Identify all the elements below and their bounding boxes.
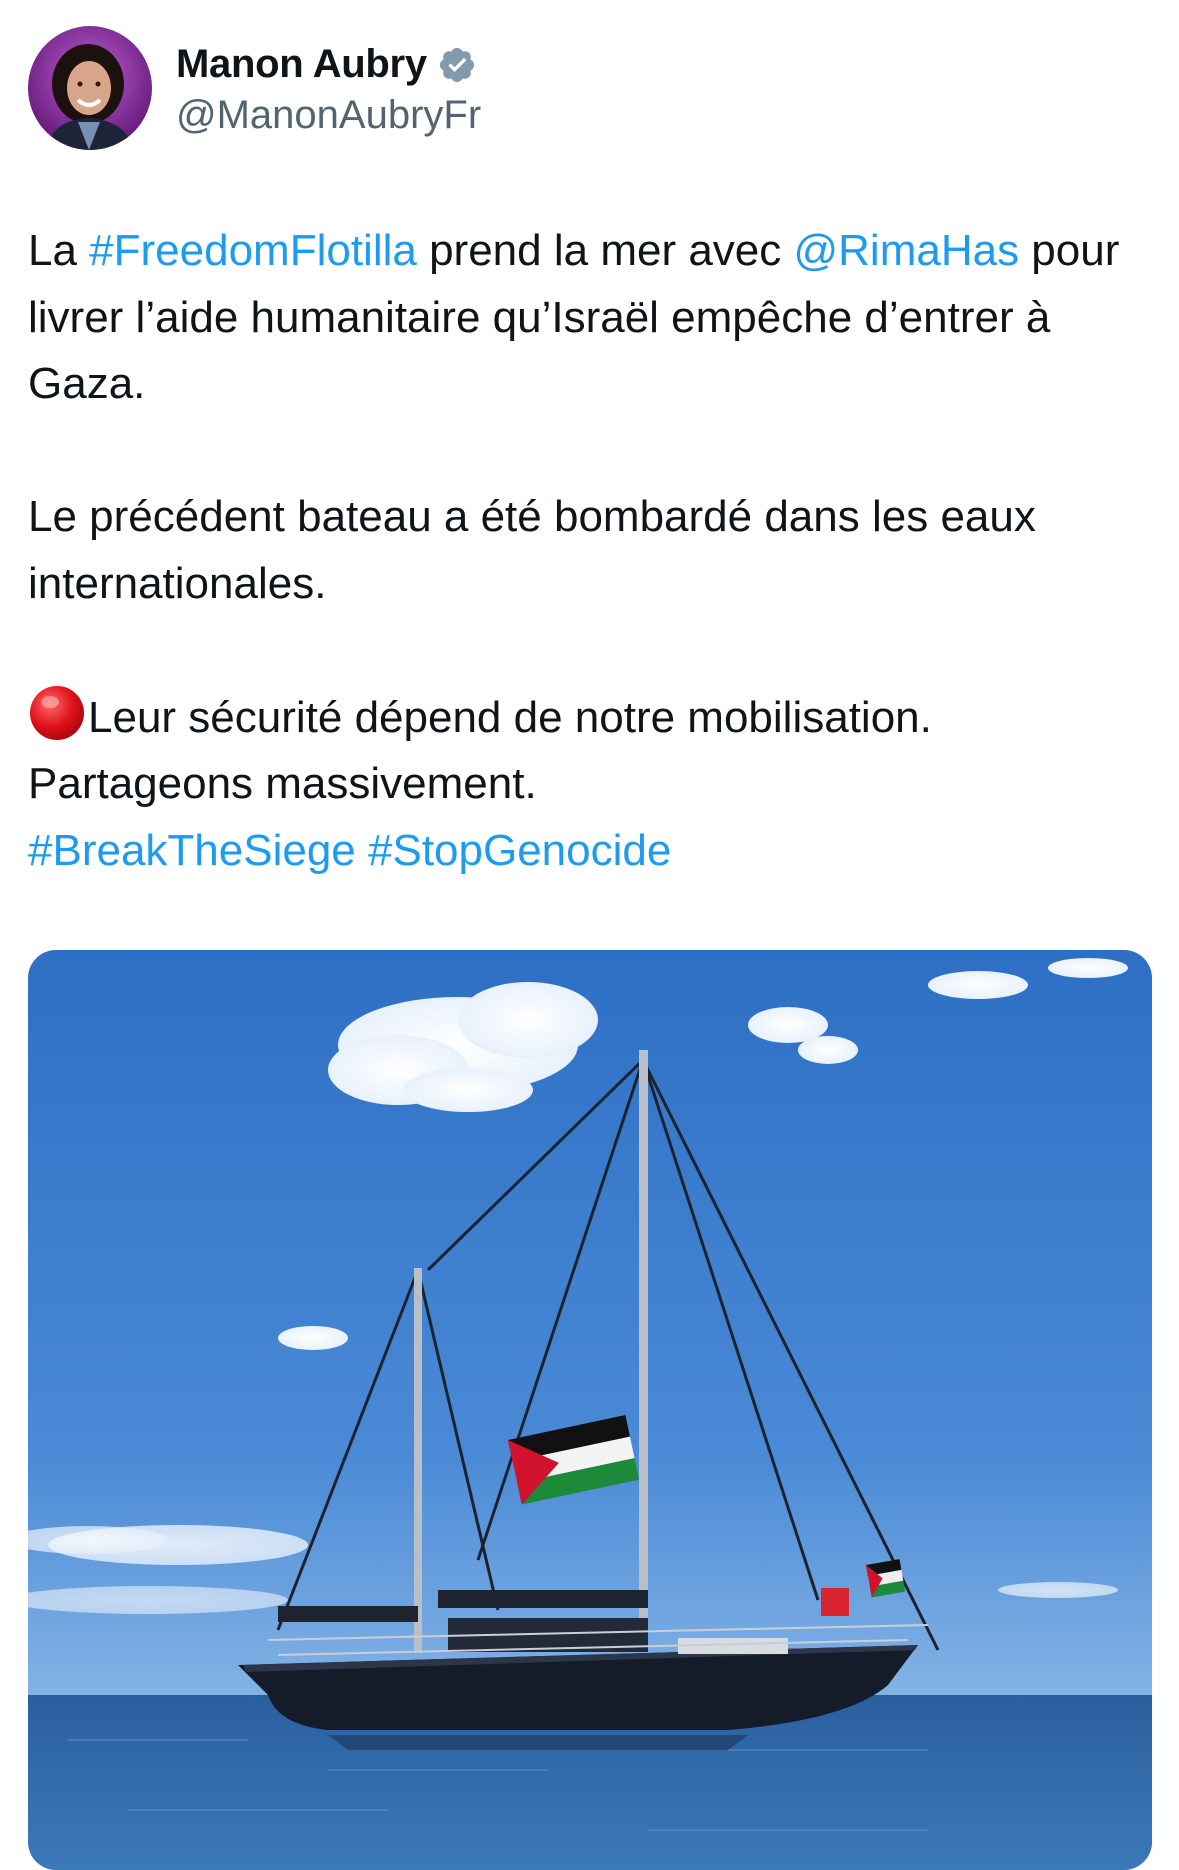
avatar[interactable] [28, 26, 152, 150]
verified-badge-icon [437, 45, 477, 85]
tweet-paragraph-1: La #FreedomFlotilla prend la mer avec @R… [28, 218, 1153, 418]
author-handle[interactable]: @ManonAubryFr [176, 93, 481, 138]
hashtag-freedomflotilla-link[interactable]: #FreedomFlotilla [89, 226, 417, 275]
author-display-name[interactable]: Manon Aubry [176, 42, 427, 87]
tweet-media-image[interactable] [28, 950, 1152, 1870]
tweet-header: Manon Aubry @ManonAubryFr [28, 26, 481, 150]
tweet-body: La #FreedomFlotilla prend la mer avec @R… [28, 218, 1153, 884]
hashtag-breakthesiege-link[interactable]: #BreakTheSiege [28, 826, 356, 875]
red-circle-emoji-icon [28, 684, 86, 742]
mention-rimahas-link[interactable]: @RimaHas [793, 226, 1019, 275]
hashtag-line: #BreakTheSiege #StopGenocide [28, 818, 1153, 885]
tweet-line: Partageons massivement. [28, 759, 537, 808]
tweet-paragraph-3: Leur sécurité dépend de notre mobilisati… [28, 684, 1153, 752]
tweet-paragraph-2: Le précédent bateau a été bombardé dans … [28, 492, 1036, 608]
tweet-text-segment: La [28, 226, 90, 275]
hashtag-stopgenocide-link[interactable]: #StopGenocide [368, 826, 671, 875]
author-names: Manon Aubry @ManonAubryFr [176, 39, 481, 138]
tweet-text-segment: Leur sécurité dépend de notre mobilisati… [88, 692, 932, 742]
sailboat-photo-icon [28, 950, 1152, 1870]
tweet-text-segment: prend la mer avec [416, 226, 794, 275]
